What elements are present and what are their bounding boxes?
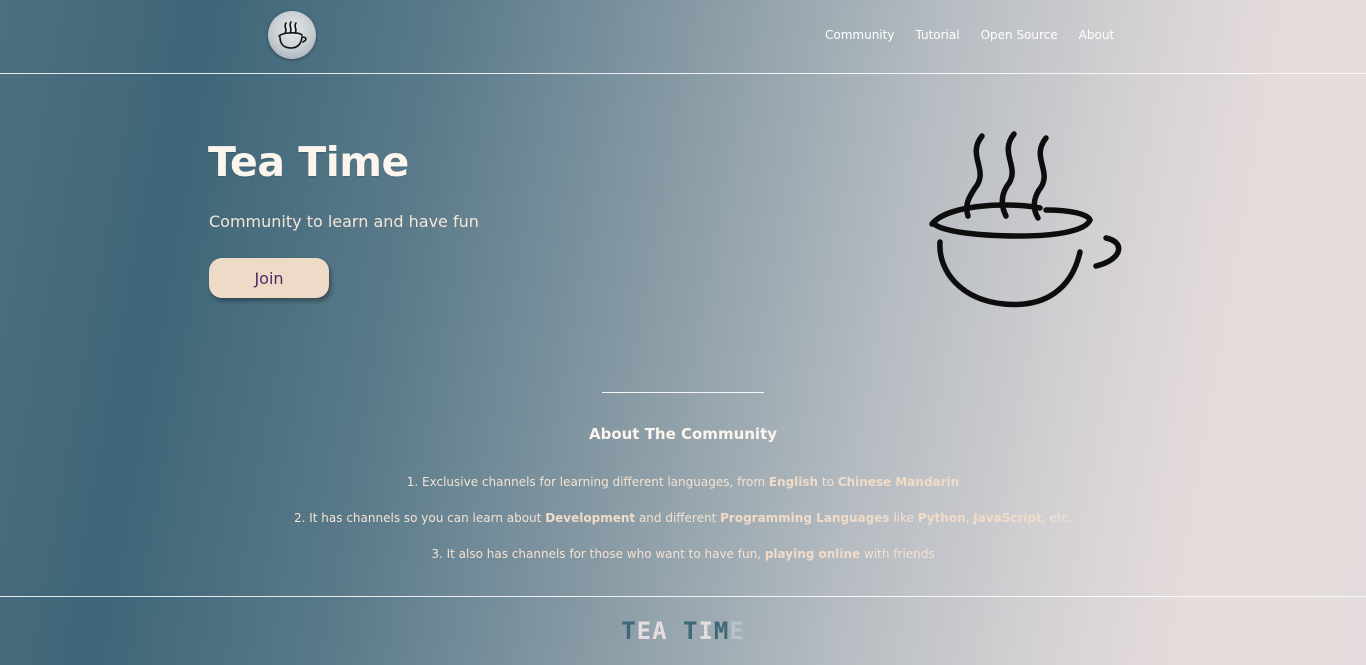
about-item-development: 2. It has channels so you can learn abou…: [0, 510, 1366, 526]
steaming-teacup-icon: [920, 124, 1130, 314]
about-item-fun: 3. It also has channels for those who wa…: [0, 546, 1366, 562]
about-item-text: and different: [635, 511, 721, 525]
about-item-text: 3. It also has channels for those who wa…: [431, 547, 765, 561]
footer-brand: TEA TIME: [0, 617, 1366, 645]
about-item-text: with friends: [860, 547, 935, 561]
footer-brand-letter: E: [636, 617, 653, 645]
nav-tutorial[interactable]: Tutorial: [915, 27, 959, 43]
footer-brand-letter: I: [698, 617, 714, 645]
footer-brand-space: [668, 617, 683, 645]
about-item-text: 1. Exclusive channels for learning diffe…: [406, 475, 769, 489]
footer-brand-letter: E: [729, 617, 745, 645]
about-item-highlight: playing online: [764, 547, 861, 561]
about-item-text: like: [889, 511, 918, 525]
nav-about[interactable]: About: [1079, 27, 1114, 43]
footer-brand-letter: T: [621, 617, 637, 645]
footer-brand-letter: M: [713, 617, 730, 645]
footer-brand-letter: A: [652, 617, 668, 645]
section-divider: [602, 392, 764, 393]
site-header: Community Tutorial Open Source About: [0, 0, 1366, 74]
footer-brand-letter: T: [683, 617, 699, 645]
hero-title: Tea Time: [208, 138, 409, 186]
about-item-text: , etc.: [1041, 511, 1072, 525]
about-item-highlight: Chinese Mandarin: [837, 475, 960, 489]
teacup-icon[interactable]: [268, 11, 316, 59]
about-item-text: 2. It has channels so you can learn abou…: [293, 511, 546, 525]
about-item-text: to: [818, 475, 838, 489]
about-item-highlight: Development: [545, 511, 636, 525]
hero-subtitle: Community to learn and have fun: [209, 212, 479, 231]
hero-teacup-svg: [929, 131, 1122, 308]
nav-community[interactable]: Community: [825, 27, 894, 43]
main-nav: Community Tutorial Open Source About: [825, 27, 1135, 43]
nav-open-source[interactable]: Open Source: [981, 27, 1058, 43]
about-item-highlight: Programming Languages: [720, 511, 890, 525]
about-item-highlight: Python: [917, 511, 966, 525]
site-footer: TEA TIME: [0, 596, 1366, 665]
about-title: About The Community: [588, 425, 778, 443]
about-item-highlight: JavaScript: [973, 511, 1042, 525]
join-button[interactable]: Join: [209, 258, 329, 298]
about-item-languages: 1. Exclusive channels for learning diffe…: [0, 474, 1366, 490]
logo-teacup-svg: [278, 21, 307, 49]
about-item-highlight: English: [768, 475, 819, 489]
